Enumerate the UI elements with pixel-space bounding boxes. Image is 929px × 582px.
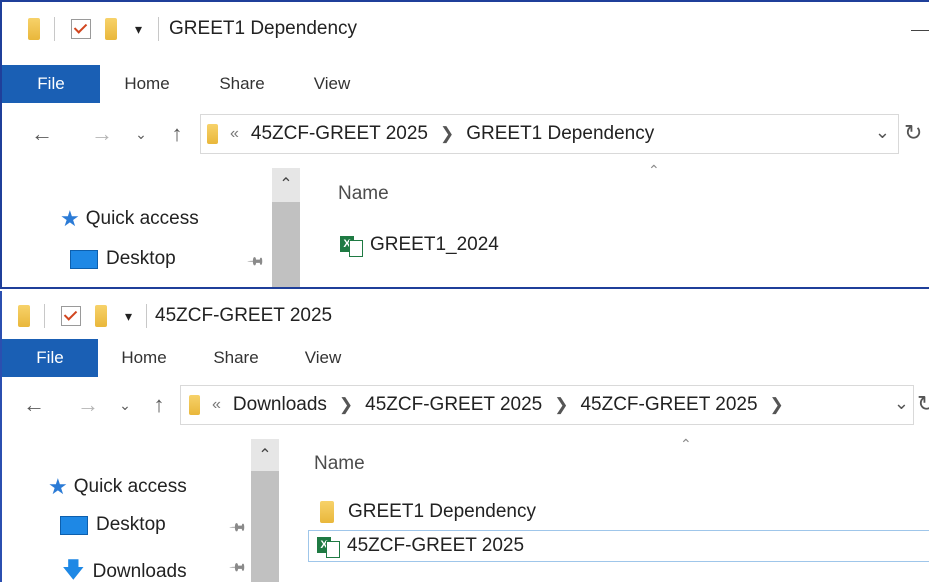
breadcrumb-45zcf-greet-2025[interactable]: 45ZCF-GREET 2025 (251, 123, 428, 145)
window-title: GREET1 Dependency (169, 18, 358, 39)
folder-icon (320, 501, 334, 523)
desktop-icon (70, 249, 98, 269)
sidebar-scrollbar[interactable]: ⌃ (251, 439, 279, 582)
overflow-chevron[interactable]: « (230, 125, 239, 143)
overflow-chevron[interactable]: « (212, 396, 221, 414)
scroll-up-icon[interactable]: ⌃ (251, 445, 279, 465)
address-bar[interactable]: « 45ZCF-GREET 2025 ❯ GREET1 Dependency ⌄ (200, 114, 899, 154)
back-arrow-icon[interactable]: ← (26, 121, 58, 147)
separator (54, 17, 55, 41)
breadcrumb-separator-icon[interactable]: ❯ (770, 395, 784, 415)
address-bar[interactable]: « Downloads ❯ 45ZCF-GREET 2025 ❯ 45ZCF-G… (180, 385, 914, 425)
pin-icon: 🖈 (227, 516, 250, 539)
forward-arrow-icon[interactable]: → (86, 121, 118, 147)
excel-file-icon: X (317, 535, 340, 558)
folder-icon[interactable] (28, 18, 40, 40)
breadcrumb-45zcf-greet-2025[interactable]: 45ZCF-GREET 2025 (365, 394, 542, 416)
tab-share[interactable]: Share (190, 339, 282, 377)
refresh-icon[interactable]: ↻ (904, 120, 922, 146)
title-bar: ▾ GREET1 Dependency (2, 12, 929, 46)
download-arrow-icon: 🡇 (62, 557, 85, 582)
recent-locations-chevron-icon[interactable]: ⌄ (130, 126, 152, 143)
address-dropdown-icon[interactable]: ⌄ (875, 122, 890, 143)
folder-icon[interactable] (18, 305, 30, 327)
tab-file[interactable]: File (2, 65, 100, 103)
scrollbar-thumb[interactable] (272, 202, 300, 287)
breadcrumb-downloads[interactable]: Downloads (233, 394, 327, 416)
star-icon: ★ (60, 206, 80, 231)
properties-icon[interactable] (71, 19, 91, 39)
properties-icon[interactable] (61, 306, 81, 326)
customize-toolbar-dropdown-icon[interactable]: ▾ (135, 21, 142, 38)
title-bar: ▾ 45ZCF-GREET 2025 (2, 299, 929, 333)
sidebar-item-label: Desktop (106, 248, 176, 269)
sidebar-item-downloads[interactable]: 🡇 Downloads (62, 553, 187, 582)
tab-view[interactable]: View (290, 65, 374, 103)
sidebar-item-label: Desktop (96, 514, 166, 535)
excel-file-icon: X (340, 234, 363, 257)
separator (44, 304, 45, 328)
explorer-window-top: ▾ GREET1 Dependency File Home Share View… (0, 0, 929, 289)
new-folder-icon[interactable] (95, 305, 107, 327)
file-name: GREET1_2024 (370, 234, 499, 255)
file-name: 45ZCF-GREET 2025 (347, 535, 525, 556)
sidebar-item-quick-access[interactable]: ★ Quick access (48, 474, 187, 500)
star-icon: ★ (48, 474, 68, 499)
customize-toolbar-dropdown-icon[interactable]: ▾ (125, 308, 132, 325)
sidebar-item-label: Downloads (92, 561, 187, 582)
sidebar-scrollbar[interactable]: ⌃ (272, 168, 300, 287)
separator (146, 304, 148, 328)
ribbon-tabs: File Home Share View (2, 65, 929, 103)
explorer-window-bottom: ▾ 45ZCF-GREET 2025 File Home Share View … (0, 291, 929, 582)
up-arrow-icon[interactable]: ↑ (162, 121, 192, 147)
ribbon-tabs: File Home Share View (2, 339, 929, 377)
pin-icon: 🖈 (245, 250, 268, 273)
sort-ascending-icon: ⌃ (648, 162, 660, 178)
tab-view[interactable]: View (282, 339, 364, 377)
sidebar-item-desktop[interactable]: Desktop (60, 514, 166, 536)
minimize-button[interactable] (911, 30, 929, 31)
sidebar-item-desktop[interactable]: Desktop (70, 248, 176, 270)
new-folder-icon[interactable] (105, 18, 117, 40)
scrollbar-thumb[interactable] (251, 471, 279, 582)
folder-icon (189, 395, 200, 415)
desktop-icon (60, 515, 88, 535)
list-item[interactable]: X GREET1_2024 (340, 234, 499, 257)
column-header-name[interactable]: Name (314, 453, 365, 475)
tab-home[interactable]: Home (100, 65, 194, 103)
breadcrumb-separator-icon[interactable]: ❯ (440, 124, 454, 144)
breadcrumb-45zcf-greet-2025-sub[interactable]: 45ZCF-GREET 2025 (580, 394, 757, 416)
sidebar-item-label: Quick access (73, 476, 187, 497)
column-header-name[interactable]: Name (338, 183, 389, 205)
folder-icon (207, 124, 218, 144)
sidebar-item-label: Quick access (85, 208, 199, 229)
back-arrow-icon[interactable]: ← (18, 392, 50, 418)
separator (158, 17, 160, 41)
address-dropdown-icon[interactable]: ⌄ (894, 393, 909, 414)
breadcrumb-separator-icon[interactable]: ❯ (339, 395, 353, 415)
breadcrumb-greet1-dependency[interactable]: GREET1 Dependency (466, 123, 654, 145)
window-title: 45ZCF-GREET 2025 (155, 305, 333, 326)
forward-arrow-icon[interactable]: → (72, 392, 104, 418)
up-arrow-icon[interactable]: ↑ (144, 392, 174, 418)
breadcrumb-separator-icon[interactable]: ❯ (554, 395, 568, 415)
scroll-up-icon[interactable]: ⌃ (272, 174, 300, 194)
sort-ascending-icon: ⌃ (680, 436, 692, 452)
list-item[interactable]: X 45ZCF-GREET 2025 (308, 530, 929, 562)
tab-home[interactable]: Home (98, 339, 190, 377)
refresh-icon[interactable]: ↻ (917, 391, 929, 417)
list-item[interactable]: GREET1 Dependency (320, 501, 536, 523)
pin-icon: 🖈 (227, 556, 250, 579)
sidebar-item-quick-access[interactable]: ★ Quick access (60, 206, 199, 232)
tab-share[interactable]: Share (194, 65, 290, 103)
recent-locations-chevron-icon[interactable]: ⌄ (114, 397, 136, 414)
file-name: GREET1 Dependency (348, 501, 536, 522)
tab-file[interactable]: File (2, 339, 98, 377)
